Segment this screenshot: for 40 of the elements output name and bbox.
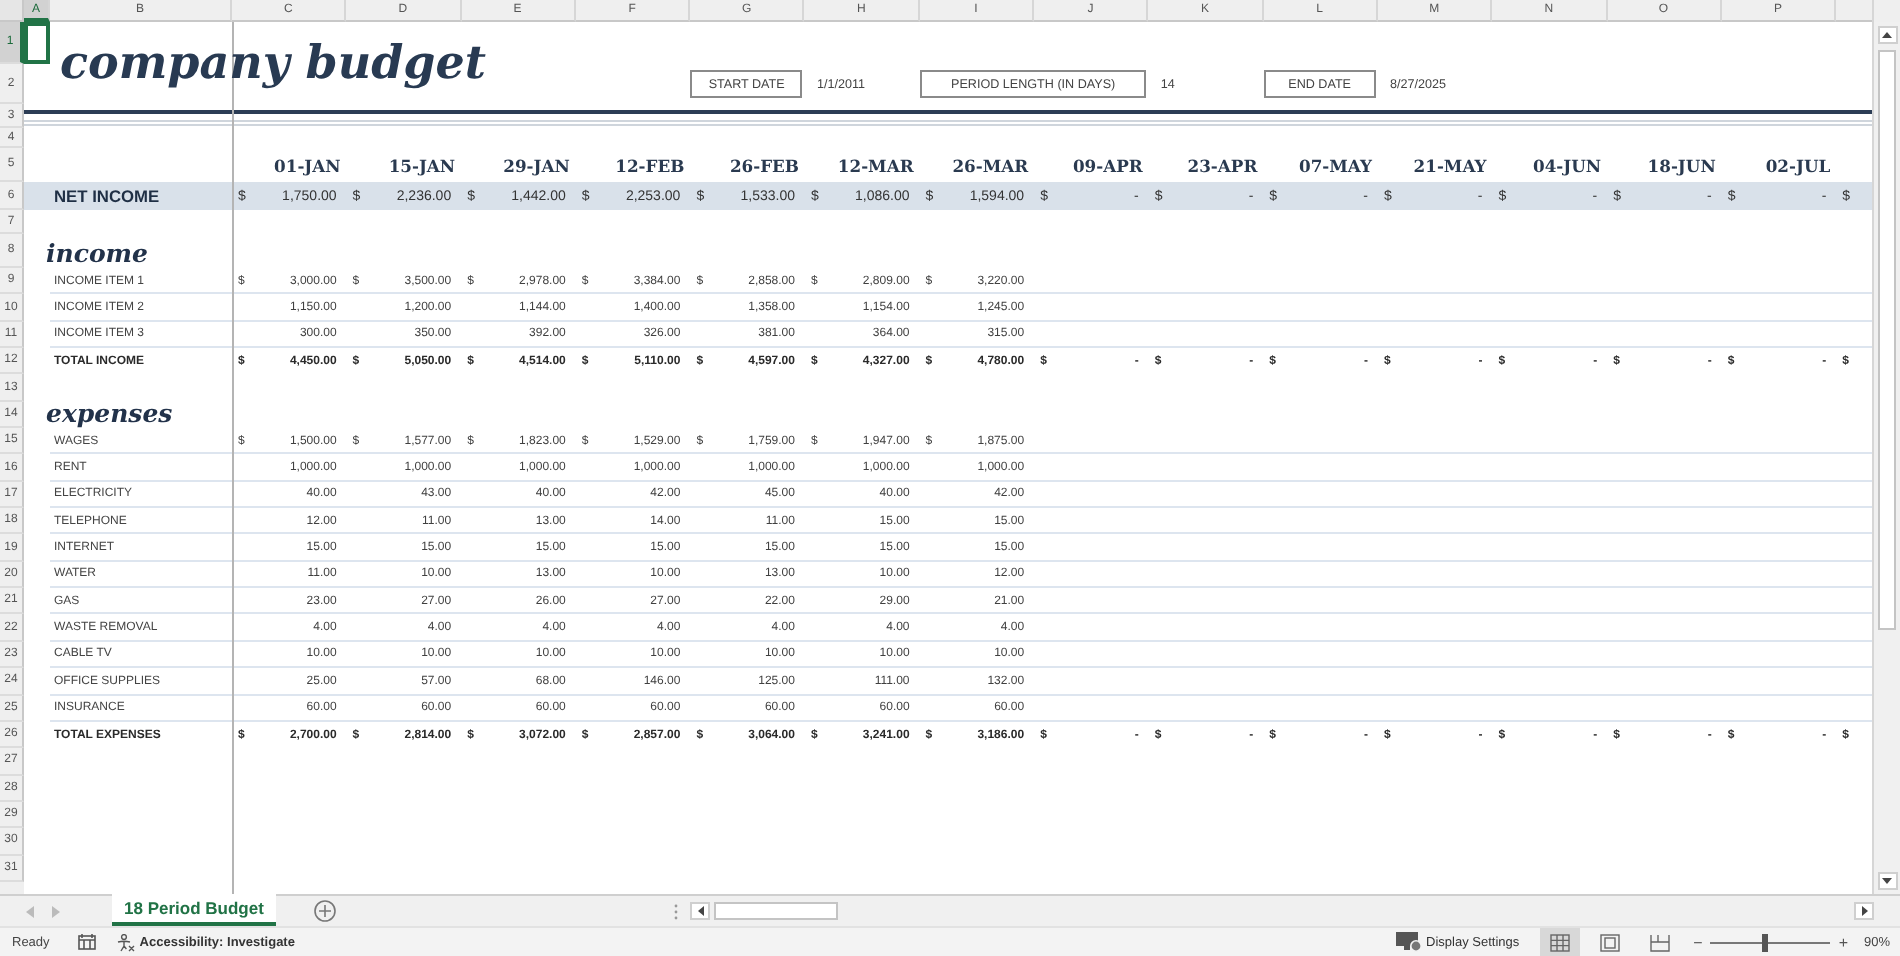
scroll-down-button[interactable] xyxy=(1877,872,1897,890)
scroll-left-button[interactable] xyxy=(690,902,710,920)
period-header: 09-APR xyxy=(1072,155,1145,175)
page-break-icon xyxy=(1649,933,1670,951)
sheet-icon[interactable] xyxy=(77,934,96,950)
period-header: 29-JAN xyxy=(503,155,572,175)
period-header: 15-JAN xyxy=(388,155,458,175)
period-header: 01-JAN xyxy=(274,155,343,175)
arrow-right-icon xyxy=(1861,906,1867,916)
arrow-left-icon xyxy=(697,906,703,916)
cell-cursor[interactable] xyxy=(24,22,50,64)
add-sheet-icon[interactable] xyxy=(313,900,336,922)
zoom-slider-thumb[interactable] xyxy=(1761,933,1768,951)
period-header: 26-FEB xyxy=(729,155,801,175)
sheet-tab[interactable]: 18 Period Budget xyxy=(112,894,276,926)
sheet-title: company budget xyxy=(58,36,486,90)
period-header: 26-MAR xyxy=(952,155,1031,175)
scroll-thumb[interactable] xyxy=(714,902,838,920)
row-label: NET INCOME xyxy=(52,186,160,206)
period-header: 04-JUN xyxy=(1533,155,1604,175)
period-header: 07-MAY xyxy=(1299,155,1374,175)
section-heading: income xyxy=(46,238,148,268)
normal-view-icon xyxy=(1549,933,1570,951)
period-header: 21-MAY xyxy=(1413,155,1489,175)
scroll-right-button[interactable] xyxy=(1854,902,1874,920)
period-header: 12-MAR xyxy=(837,155,916,175)
view-button[interactable] xyxy=(1539,928,1580,956)
arrow-up-icon xyxy=(1882,32,1892,38)
period-header: 12-FEB xyxy=(615,155,687,175)
period-header: 18-JUN xyxy=(1647,155,1718,175)
zoom-in-button[interactable]: + xyxy=(1834,933,1852,951)
scroll-up-button[interactable] xyxy=(1877,26,1897,44)
accessibility-icon[interactable] xyxy=(115,933,136,951)
page-layout-icon xyxy=(1599,933,1620,951)
section-heading: expenses xyxy=(46,398,173,429)
scroll-thumb[interactable] xyxy=(1878,50,1896,630)
arrow-down-icon xyxy=(1882,878,1892,884)
period-header: 02-JUL xyxy=(1765,155,1833,175)
period-header: 23-APR xyxy=(1187,155,1260,175)
zoom-out-button[interactable]: − xyxy=(1689,933,1707,951)
